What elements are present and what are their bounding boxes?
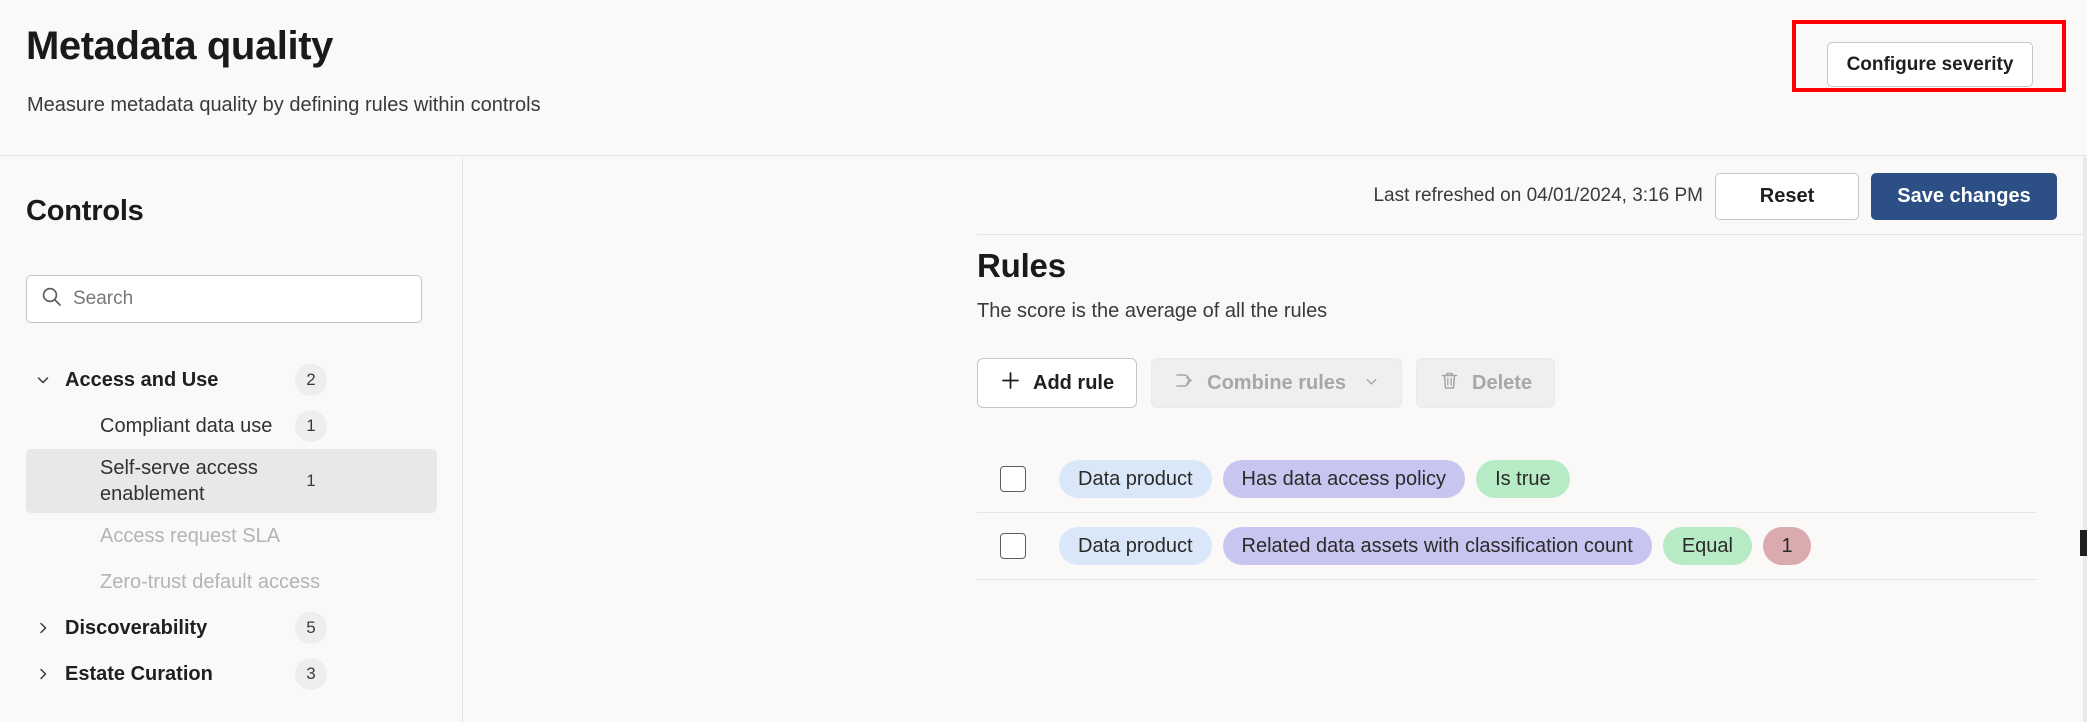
- sidebar-group-label: Discoverability: [65, 617, 207, 640]
- rules-title: Rules: [977, 246, 2037, 286]
- search-box[interactable]: [26, 275, 422, 323]
- delete-button[interactable]: Delete: [1416, 358, 1555, 408]
- sidebar-item-label: Compliant data use: [100, 413, 272, 440]
- plus-icon: [1000, 370, 1021, 397]
- combine-rules-button[interactable]: Combine rules: [1151, 358, 1402, 408]
- sidebar-group-estate-curation[interactable]: Estate Curation 3: [0, 651, 463, 697]
- combine-rules-label: Combine rules: [1207, 372, 1346, 395]
- sidebar-group-access-and-use[interactable]: Access and Use 2: [0, 357, 463, 403]
- controls-sidebar: Controls Access and Use 2: [0, 157, 463, 722]
- add-rule-label: Add rule: [1033, 372, 1114, 395]
- sidebar-item-self-serve-access-enablement[interactable]: Self-serve access enablement 1: [26, 449, 437, 513]
- table-row[interactable]: Data product Has data access policy Is t…: [977, 446, 2037, 513]
- right-edge-strip: [2083, 157, 2087, 722]
- sidebar-group-discoverability[interactable]: Discoverability 5: [0, 605, 463, 651]
- search-input[interactable]: [73, 288, 403, 310]
- delete-label: Delete: [1472, 372, 1532, 395]
- sidebar-group-label: Access and Use: [65, 369, 218, 392]
- sidebar-group-count: 3: [295, 658, 327, 690]
- sidebar-item-count: 1: [295, 410, 327, 442]
- sidebar-item-compliant-data-use[interactable]: Compliant data use 1: [26, 403, 437, 449]
- sidebar-item-label: Zero-trust default access: [100, 569, 320, 596]
- last-refreshed-label: Last refreshed on 04/01/2024, 3:16 PM: [1373, 185, 1703, 207]
- controls-tree: Access and Use 2 Compliant data use 1 Se…: [0, 357, 463, 697]
- page-subtitle: Measure metadata quality by defining rul…: [27, 92, 541, 118]
- page-header: Metadata quality Measure metadata qualit…: [0, 0, 2087, 156]
- sidebar-group-count: 5: [295, 612, 327, 644]
- sidebar-item-zero-trust-default-access: Zero-trust default access: [26, 559, 437, 605]
- rules-list: Data product Has data access policy Is t…: [977, 446, 2037, 580]
- chevron-down-icon: [1364, 372, 1379, 395]
- main-action-bar: Last refreshed on 04/01/2024, 3:16 PM Re…: [464, 157, 2087, 235]
- rule-pill-operator[interactable]: Equal: [1663, 527, 1752, 565]
- add-rule-button[interactable]: Add rule: [977, 358, 1137, 408]
- rule-pill-operator[interactable]: Is true: [1476, 460, 1570, 498]
- rule-checkbox[interactable]: [1000, 533, 1026, 559]
- rule-pill-attribute[interactable]: Related data assets with classification …: [1223, 527, 1652, 565]
- sidebar-title: Controls: [26, 194, 144, 228]
- main-panel: Last refreshed on 04/01/2024, 3:16 PM Re…: [464, 157, 2087, 722]
- table-row[interactable]: Data product Related data assets with cl…: [977, 513, 2037, 580]
- reset-button[interactable]: Reset: [1715, 173, 1859, 220]
- search-icon: [41, 286, 62, 312]
- rules-subtitle: The score is the average of all the rule…: [977, 298, 2037, 324]
- page-title: Metadata quality: [26, 22, 333, 70]
- chevron-right-icon: [33, 618, 53, 638]
- app-root: Metadata quality Measure metadata qualit…: [0, 0, 2087, 722]
- rule-checkbox[interactable]: [1000, 466, 1026, 492]
- rule-pill-entity[interactable]: Data product: [1059, 527, 1212, 565]
- configure-severity-button[interactable]: Configure severity: [1827, 42, 2033, 87]
- sidebar-group-label: Estate Curation: [65, 663, 213, 686]
- sidebar-group-count: 2: [295, 364, 327, 396]
- chevron-down-icon: [33, 370, 53, 390]
- sidebar-item-count: 1: [295, 465, 327, 497]
- chevron-right-icon: [33, 664, 53, 684]
- rule-pill-attribute[interactable]: Has data access policy: [1223, 460, 1466, 498]
- trash-icon: [1439, 370, 1460, 397]
- combine-icon: [1174, 370, 1195, 397]
- save-changes-button[interactable]: Save changes: [1871, 173, 2057, 220]
- rule-pill-entity[interactable]: Data product: [1059, 460, 1212, 498]
- sidebar-item-access-request-sla: Access request SLA: [26, 513, 437, 559]
- rule-pill-value[interactable]: 1: [1763, 527, 1811, 565]
- rules-section: Rules The score is the average of all th…: [977, 233, 2037, 580]
- right-edge-cutoff-icon: [2080, 530, 2087, 556]
- rules-toolbar: Add rule Combine rules: [977, 358, 2037, 408]
- sidebar-item-label: Access request SLA: [100, 523, 280, 550]
